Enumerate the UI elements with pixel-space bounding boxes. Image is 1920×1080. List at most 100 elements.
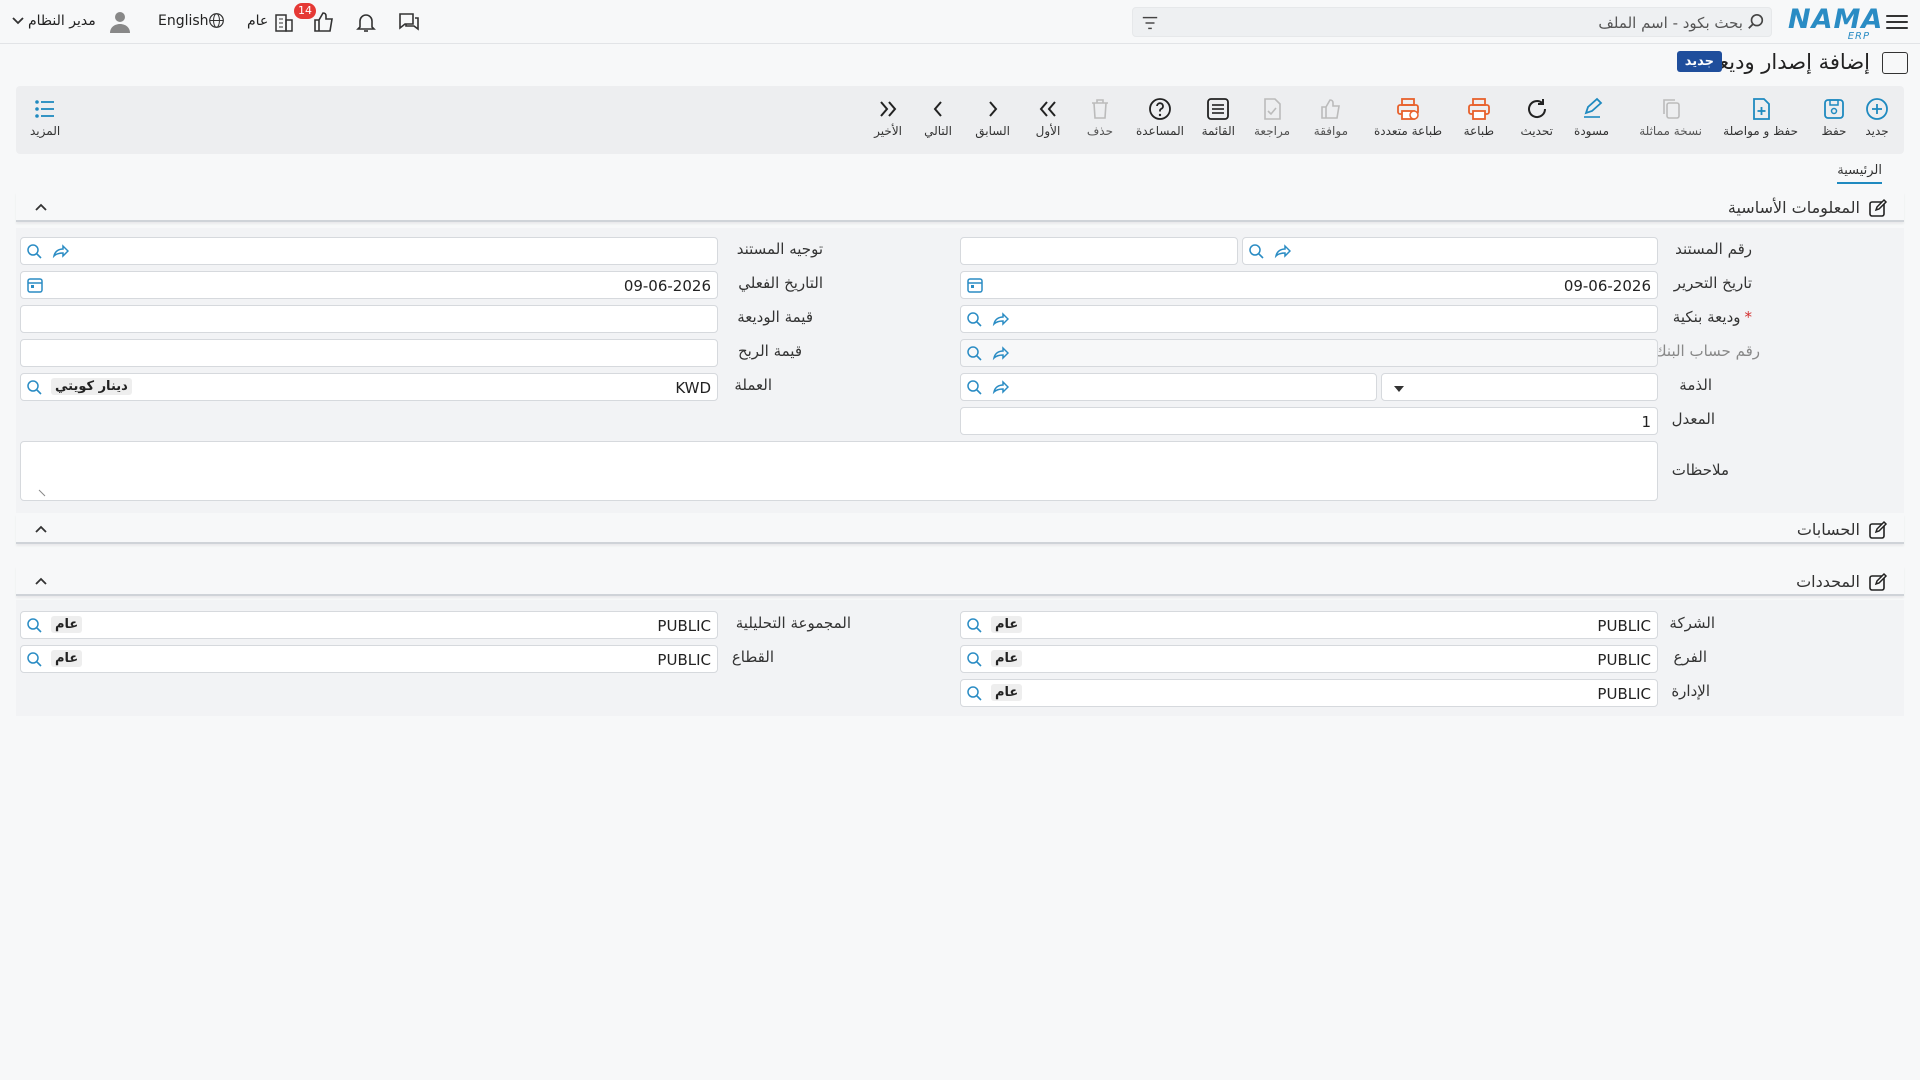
- deposit-value-field[interactable]: [20, 305, 718, 333]
- currency-field[interactable]: KWD دينار كويتي: [20, 373, 718, 401]
- profit-value-field[interactable]: [20, 339, 718, 367]
- logo[interactable]: NAMA ERP: [1788, 4, 1882, 42]
- new-status-badge: جديد: [1676, 51, 1722, 72]
- copy-button[interactable]: نسخة مماثلة: [1639, 96, 1702, 138]
- file-check-icon: [1264, 98, 1281, 120]
- search-refresh-icon[interactable]: [26, 378, 44, 396]
- thumbs-up-icon[interactable]: [312, 10, 336, 34]
- list-button[interactable]: القائمة: [1202, 96, 1235, 138]
- dimensions-header[interactable]: المحددات: [16, 566, 1904, 596]
- search-refresh-icon[interactable]: [966, 616, 984, 634]
- edit-date-label: تاريخ التحرير: [1673, 274, 1752, 292]
- last-button[interactable]: الأخير: [874, 96, 902, 138]
- new-button[interactable]: جديد: [1864, 96, 1890, 138]
- save-continue-button[interactable]: حفظ و مواصلة: [1723, 96, 1798, 138]
- save-icon: [1824, 99, 1844, 119]
- department-field[interactable]: PUBLIC عام: [960, 679, 1658, 707]
- branch-label: الفرع: [1673, 648, 1707, 666]
- user-name[interactable]: مدير النظام: [28, 13, 96, 29]
- sector-field[interactable]: PUBLIC عام: [20, 645, 718, 673]
- refresh-button[interactable]: تحديث: [1520, 96, 1553, 138]
- bell-icon[interactable]: [354, 10, 378, 34]
- delete-button[interactable]: حذف: [1087, 96, 1113, 138]
- share-icon[interactable]: [51, 242, 69, 260]
- review-label: مراجعة: [1253, 124, 1290, 138]
- notes-textarea[interactable]: [20, 441, 1658, 501]
- previous-button[interactable]: السابق: [975, 96, 1010, 138]
- debt-type-select[interactable]: [1381, 373, 1658, 401]
- resize-handle-icon[interactable]: [37, 488, 47, 498]
- avatar[interactable]: [108, 9, 132, 33]
- top-bar: NAMA ERP بحث بكود - اسم الملف 14 عام Engl…: [0, 0, 1920, 44]
- search-refresh-icon[interactable]: [1248, 242, 1266, 260]
- search-refresh-icon[interactable]: [966, 310, 984, 328]
- chevron-up-icon[interactable]: [34, 200, 48, 214]
- building-icon[interactable]: [272, 10, 296, 34]
- calendar-icon[interactable]: [966, 276, 984, 294]
- search-refresh-icon[interactable]: [26, 242, 44, 260]
- first-button[interactable]: الأول: [1035, 96, 1061, 138]
- accounts-header[interactable]: الحسابات: [16, 514, 1904, 544]
- print-button[interactable]: طباعة: [1464, 96, 1494, 138]
- tab-main[interactable]: الرئيسية: [1837, 163, 1882, 184]
- new-badge-label: جديد: [1684, 54, 1714, 69]
- chevron-up-icon[interactable]: [34, 522, 48, 536]
- branch-code: PUBLIC: [1597, 651, 1651, 669]
- actual-date-label: التاريخ الفعلي: [738, 274, 823, 292]
- search-bar[interactable]: بحث بكود - اسم الملف: [1132, 7, 1772, 37]
- basic-info-header[interactable]: المعلومات الأساسية: [16, 192, 1904, 222]
- search-icon[interactable]: [1747, 13, 1765, 31]
- doc-number-aux-field[interactable]: [960, 237, 1238, 265]
- rate-value: 1: [1641, 413, 1651, 431]
- share-icon[interactable]: [991, 344, 1009, 362]
- bank-account-field: [960, 339, 1658, 367]
- share-icon[interactable]: [1273, 242, 1291, 260]
- rate-field[interactable]: 1: [960, 407, 1658, 435]
- doc-direction-field[interactable]: [20, 237, 718, 265]
- help-button[interactable]: المساعدة: [1136, 96, 1184, 138]
- chevron-up-icon[interactable]: [34, 574, 48, 588]
- bank-deposit-label: وديعة بنكية *: [1673, 308, 1752, 326]
- search-refresh-icon[interactable]: [966, 344, 984, 362]
- branch-field[interactable]: PUBLIC عام: [960, 645, 1658, 673]
- edit-date-field[interactable]: 09-06-2026: [960, 271, 1658, 299]
- messages-icon[interactable]: [397, 10, 421, 34]
- filter-icon[interactable]: [1141, 14, 1159, 32]
- company-field[interactable]: PUBLIC عام: [960, 611, 1658, 639]
- doc-number-field[interactable]: [1242, 237, 1658, 265]
- globe-icon[interactable]: [208, 12, 225, 29]
- bank-deposit-field[interactable]: [960, 305, 1658, 333]
- actual-date-field[interactable]: 09-06-2026: [20, 271, 718, 299]
- share-icon[interactable]: [991, 378, 1009, 396]
- debt-field[interactable]: [960, 373, 1377, 401]
- approve-label: موافقة: [1313, 124, 1348, 138]
- multi-print-button[interactable]: طباعة متعددة: [1374, 96, 1442, 138]
- edit-date-value: 09-06-2026: [1563, 277, 1651, 295]
- public-label[interactable]: عام: [247, 13, 268, 29]
- save-continue-label: حفظ و مواصلة: [1723, 124, 1798, 138]
- language-switch[interactable]: English: [158, 13, 209, 29]
- currency-code: KWD: [675, 379, 711, 397]
- analytic-group-field[interactable]: PUBLIC عام: [20, 611, 718, 639]
- first-label: الأول: [1035, 124, 1061, 138]
- search-refresh-icon[interactable]: [966, 684, 984, 702]
- delete-label: حذف: [1086, 124, 1113, 138]
- search-refresh-icon[interactable]: [26, 616, 44, 634]
- next-button[interactable]: التالي: [924, 96, 952, 138]
- calendar-icon[interactable]: [26, 276, 44, 294]
- draft-button[interactable]: مسودة: [1574, 96, 1609, 138]
- menu-icon[interactable]: [1886, 11, 1908, 31]
- share-icon[interactable]: [991, 310, 1009, 328]
- page-icon: [1882, 52, 1908, 74]
- printer-icon: [1467, 98, 1490, 120]
- search-refresh-icon[interactable]: [966, 378, 984, 396]
- more-button[interactable]: المزيد: [30, 96, 60, 138]
- search-refresh-icon[interactable]: [966, 650, 984, 668]
- approve-button[interactable]: موافقة: [1314, 96, 1348, 138]
- review-button[interactable]: مراجعة: [1254, 96, 1290, 138]
- search-refresh-icon[interactable]: [26, 650, 44, 668]
- save-button[interactable]: حفظ: [1821, 96, 1847, 138]
- currency-name-tag: دينار كويتي: [51, 378, 132, 395]
- toolbar: جديد حفظ حفظ و مواصلة نسخة مماثلة مسودة …: [16, 86, 1904, 154]
- chevron-down-icon[interactable]: [12, 16, 24, 26]
